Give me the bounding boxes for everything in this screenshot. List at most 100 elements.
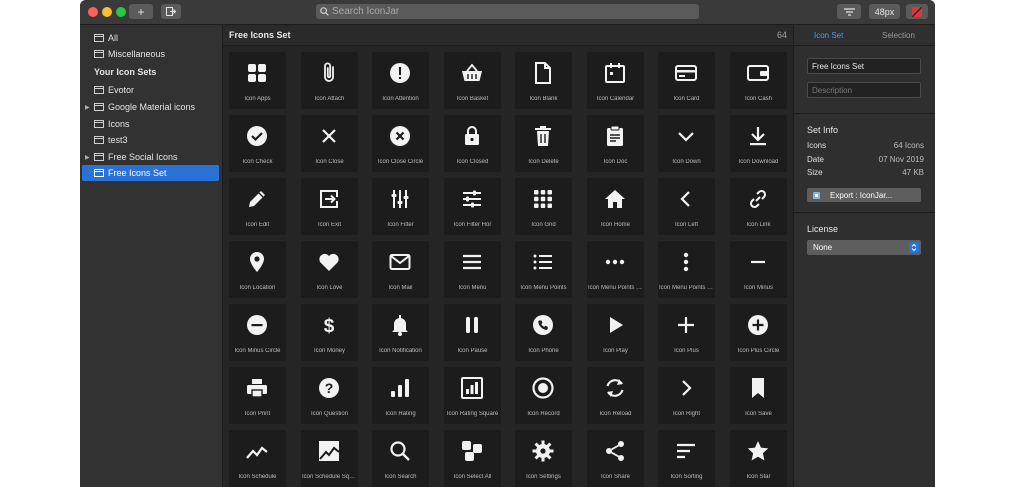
search-field[interactable] (316, 4, 699, 19)
icon-tile[interactable]: Icon Doc (587, 115, 644, 172)
sidebar-item-all[interactable]: All (82, 30, 219, 46)
icon-tile[interactable]: Icon Sorting (658, 430, 715, 487)
icon-tile-label: Icon Calendar (596, 96, 635, 102)
filter-button[interactable] (837, 4, 861, 19)
icon-tile[interactable]: ? Icon Question (301, 367, 358, 424)
icon-tile[interactable]: Icon Filter Hor (444, 178, 501, 235)
color-button[interactable] (906, 4, 928, 19)
icon-tile[interactable]: Icon Record (515, 367, 572, 424)
description-field[interactable]: Description (807, 82, 921, 98)
icon-tile-label: Icon Link (746, 222, 771, 228)
icon-tile[interactable]: Icon Share (587, 430, 644, 487)
icon-tile[interactable]: Icon Home (587, 178, 644, 235)
icon-tile[interactable]: Icon Link (730, 178, 787, 235)
icon-tile[interactable]: Icon Grid (515, 178, 572, 235)
divider (794, 212, 935, 213)
icon-tile-label: Icon Pause (457, 348, 488, 354)
minimize-window-button[interactable] (102, 7, 112, 17)
icon-tile[interactable]: Icon Attention (372, 52, 429, 109)
sidebar-item-set[interactable]: test3 (82, 132, 219, 148)
sidebar-item-set[interactable]: Icons (82, 116, 219, 132)
sidebar-item-miscellaneous[interactable]: Miscellaneous (82, 46, 219, 62)
icon-tile[interactable]: Icon Minus Circle (229, 304, 286, 361)
size-button[interactable]: 48px (869, 4, 900, 19)
sidebar-item-set[interactable]: ▶ Free Social Icons (82, 149, 219, 165)
icon-tile[interactable]: Icon Select All (444, 430, 501, 487)
icon-tile[interactable]: Icon Menu Points (515, 241, 572, 298)
icon-tile[interactable]: Icon Close Circle (372, 115, 429, 172)
search-input[interactable] (332, 6, 682, 17)
icon-tile[interactable]: Icon Menu Points Ver (658, 241, 715, 298)
icon-tile[interactable]: Icon Exit (301, 178, 358, 235)
icon-tile[interactable]: Icon Check (229, 115, 286, 172)
box-icon (94, 103, 104, 111)
icon-tile[interactable]: Icon Apps (229, 52, 286, 109)
icon-tile[interactable]: Icon Filter (372, 178, 429, 235)
set-info-title: Set Info (807, 125, 839, 135)
icon-tile[interactable]: Icon Calendar (587, 52, 644, 109)
sidebar-item-set[interactable]: Free Icons Set (82, 165, 219, 181)
icon-tile-label: Icon Menu Points Ver (659, 285, 714, 291)
icon-tile[interactable]: Icon Menu (444, 241, 501, 298)
icon-tile[interactable]: Icon Search (372, 430, 429, 487)
icon-tile[interactable]: Icon Schedule Square (301, 430, 358, 487)
icon-tile[interactable]: Icon Pause (444, 304, 501, 361)
icon-grid-panel: Free Icons Set 64 Icon Apps Icon Attach Ic… (223, 25, 793, 487)
icon-tile[interactable]: Icon Rating Square (444, 367, 501, 424)
icon-tile[interactable]: Icon Settings (515, 430, 572, 487)
export-button[interactable] (161, 4, 181, 19)
icon-tile[interactable]: Icon Right (658, 367, 715, 424)
export-button[interactable]: Export : IconJar... (807, 188, 921, 202)
icon-tile[interactable]: Icon Schedule (229, 430, 286, 487)
disclosure-triangle-icon[interactable]: ▶ (85, 154, 90, 161)
icon-tile[interactable]: Icon Delete (515, 115, 572, 172)
icon-tile[interactable]: Icon Mail (372, 241, 429, 298)
icon-tile[interactable]: Icon Love (301, 241, 358, 298)
icon-tile[interactable]: Icon Card (658, 52, 715, 109)
disclosure-triangle-icon[interactable]: ▶ (85, 104, 90, 111)
icon-tile[interactable]: Icon Menu Points Hor (587, 241, 644, 298)
icon-tile[interactable]: Icon Attach (301, 52, 358, 109)
icon-tile[interactable]: Icon Blank (515, 52, 572, 109)
icon-tile[interactable]: Icon Print (229, 367, 286, 424)
card-icon (675, 65, 697, 81)
sidebar-item-label: Free Social Icons (108, 152, 178, 162)
icon-tile[interactable]: Icon Notification (372, 304, 429, 361)
set-name-field[interactable]: Free Icons Set (807, 58, 921, 74)
add-button[interactable]: + (129, 4, 153, 19)
icon-tile[interactable]: Icon Location (229, 241, 286, 298)
filter-hor-icon (463, 190, 481, 208)
icon-tile[interactable]: Icon Phone (515, 304, 572, 361)
zoom-window-button[interactable] (116, 7, 126, 17)
icon-tile[interactable]: Icon Minus (730, 241, 787, 298)
icon-tile[interactable]: $ Icon Money (301, 304, 358, 361)
icon-tile[interactable]: Icon Cash (730, 52, 787, 109)
calendar-icon (605, 63, 625, 83)
license-select[interactable]: None (807, 240, 921, 255)
icon-tile[interactable]: Icon Basket (444, 52, 501, 109)
sidebar-item-set[interactable]: Evotor (82, 82, 219, 98)
icon-tile[interactable]: Icon Save (730, 367, 787, 424)
close-window-button[interactable] (88, 7, 98, 17)
icon-tile-label: Icon Plus (674, 348, 699, 354)
icon-tile[interactable]: Icon Edit (229, 178, 286, 235)
icon-tile[interactable]: Icon Download (730, 115, 787, 172)
icon-tile[interactable]: Icon Plus (658, 304, 715, 361)
icon-tile[interactable]: Icon Play (587, 304, 644, 361)
tab-selection[interactable]: Selection (882, 31, 915, 40)
check-icon (247, 126, 267, 146)
icon-tile[interactable]: Icon Reload (587, 367, 644, 424)
icon-tile[interactable]: Icon Plus Circle (730, 304, 787, 361)
icon-tile[interactable]: Icon Star (730, 430, 787, 487)
icon-tile-label: Icon Delete (528, 159, 559, 165)
plus-icon: + (137, 4, 145, 19)
icon-tile[interactable]: Icon Rating (372, 367, 429, 424)
icon-tile[interactable]: Icon Close (301, 115, 358, 172)
icon-tile[interactable]: Icon Closed (444, 115, 501, 172)
icon-tile[interactable]: Icon Down (658, 115, 715, 172)
plus-circle-icon (748, 315, 768, 335)
sidebar-item-set[interactable]: ▶ Google Material icons (82, 99, 219, 115)
sidebar-item-label: Miscellaneous (108, 49, 166, 59)
tab-icon-set[interactable]: Icon Set (814, 31, 843, 40)
icon-tile[interactable]: Icon Left (658, 178, 715, 235)
